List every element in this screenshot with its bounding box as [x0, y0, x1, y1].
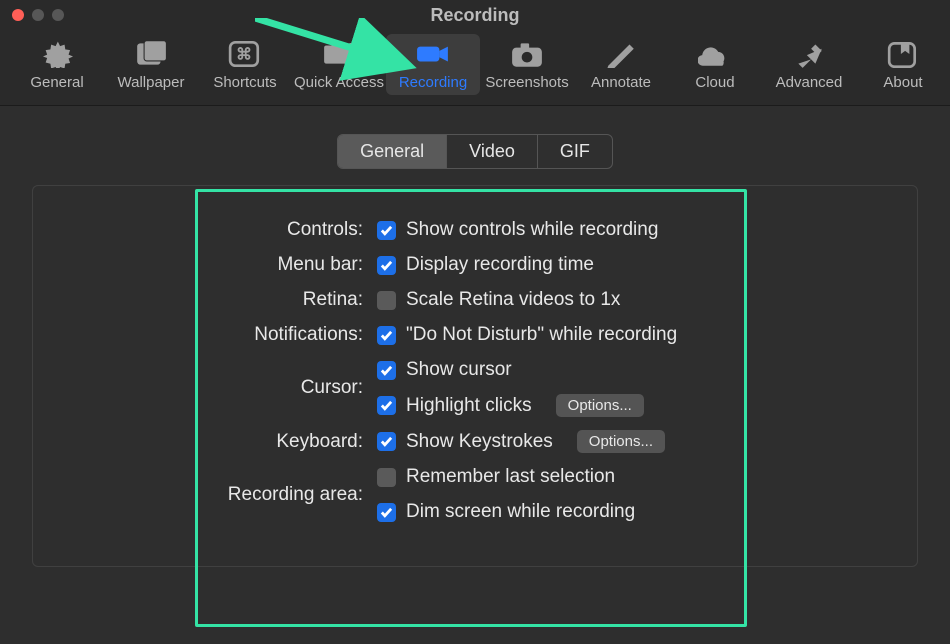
checkbox-option: Remember last selection [377, 466, 635, 488]
checkbox-option: Display recording time [377, 254, 594, 276]
options-button[interactable]: Options... [577, 430, 665, 453]
toolbar-tab-label: Screenshots [485, 74, 568, 91]
setting-label: Keyboard: [33, 431, 377, 453]
checkbox[interactable] [377, 291, 396, 310]
checkbox-option: Highlight clicks Options... [377, 394, 644, 417]
checkbox-option: "Do Not Disturb" while recording [377, 324, 677, 346]
setting-label: Retina: [33, 289, 377, 311]
setting-options: "Do Not Disturb" while recording [377, 324, 677, 346]
toolbar-tab-advanced[interactable]: Advanced [762, 34, 856, 95]
recording-icon [416, 40, 450, 68]
toolbar-tab-quick-access[interactable]: Quick Access [292, 34, 386, 95]
checkbox-option: Scale Retina videos to 1x [377, 289, 620, 311]
toolbar-tab-label: About [883, 74, 922, 91]
checkbox-option: Show Keystrokes Options... [377, 430, 665, 453]
setting-options: Scale Retina videos to 1x [377, 289, 620, 311]
checkbox-label: Show cursor [406, 359, 512, 381]
toolbar-tab-annotate[interactable]: Annotate [574, 34, 668, 95]
toolbar-tab-wallpaper[interactable]: Wallpaper [104, 34, 198, 95]
toolbar-tab-label: Quick Access [294, 74, 384, 91]
checkbox[interactable] [377, 326, 396, 345]
setting-row: Controls: Show controls while recording [33, 219, 877, 241]
recording-subtabs: GeneralVideoGIF [337, 134, 613, 169]
checkbox-label: Dim screen while recording [406, 501, 635, 523]
window-title: Recording [0, 5, 950, 26]
toolbar-tab-label: General [30, 74, 83, 91]
preferences-toolbar: General Wallpaper ⌘ Shortcuts Quick Acces… [0, 30, 950, 106]
checkbox[interactable] [377, 468, 396, 487]
setting-label: Controls: [33, 219, 377, 241]
annotate-icon [604, 40, 638, 68]
checkbox-label: "Do Not Disturb" while recording [406, 324, 677, 346]
toolbar-tab-label: Cloud [695, 74, 734, 91]
checkbox-option: Dim screen while recording [377, 501, 635, 523]
options-button[interactable]: Options... [556, 394, 644, 417]
setting-row: Retina: Scale Retina videos to 1x [33, 289, 877, 311]
toolbar-tab-shortcuts[interactable]: ⌘ Shortcuts [198, 34, 292, 95]
checkbox[interactable] [377, 503, 396, 522]
setting-options: Remember last selection Dim screen while … [377, 466, 635, 523]
checkbox-label: Remember last selection [406, 466, 615, 488]
toolbar-tab-general[interactable]: General [10, 34, 104, 95]
settings-panel: Controls: Show controls while recording Me… [32, 185, 918, 567]
checkbox-label: Highlight clicks [406, 395, 532, 417]
setting-label: Recording area: [33, 484, 377, 506]
svg-text:⌘: ⌘ [236, 46, 252, 63]
checkbox-label: Display recording time [406, 254, 594, 276]
setting-row: Keyboard: Show Keystrokes Options... [33, 430, 877, 453]
setting-label: Menu bar: [33, 254, 377, 276]
checkbox-option: Show cursor [377, 359, 644, 381]
checkbox[interactable] [377, 221, 396, 240]
checkbox[interactable] [377, 361, 396, 380]
setting-row: Menu bar: Display recording time [33, 254, 877, 276]
checkbox[interactable] [377, 396, 396, 415]
cloud-icon [698, 40, 732, 68]
setting-options: Show Keystrokes Options... [377, 430, 665, 453]
setting-label: Cursor: [33, 377, 377, 399]
subtab-general[interactable]: General [338, 135, 446, 168]
checkbox-label: Show controls while recording [406, 219, 658, 241]
setting-row: Cursor: Show cursor Highlight clicks Option… [33, 359, 877, 417]
toolbar-tab-about[interactable]: About [856, 34, 950, 95]
setting-row: Notifications: "Do Not Disturb" while rec… [33, 324, 877, 346]
toolbar-tab-label: Shortcuts [213, 74, 276, 91]
quick-access-icon [322, 40, 356, 68]
toolbar-tab-screenshots[interactable]: Screenshots [480, 34, 574, 95]
checkbox-label: Show Keystrokes [406, 431, 553, 453]
shortcuts-icon: ⌘ [228, 40, 262, 68]
setting-options: Show controls while recording [377, 219, 658, 241]
setting-options: Show cursor Highlight clicks Options... [377, 359, 644, 417]
toolbar-tab-recording[interactable]: Recording [386, 34, 480, 95]
about-icon [886, 40, 920, 68]
subtab-video[interactable]: Video [446, 135, 537, 168]
checkbox-option: Show controls while recording [377, 219, 658, 241]
toolbar-tab-label: Advanced [776, 74, 843, 91]
toolbar-tab-label: Annotate [591, 74, 651, 91]
screenshots-icon [510, 40, 544, 68]
wallpaper-icon [134, 40, 168, 68]
general-icon [40, 40, 74, 68]
checkbox[interactable] [377, 256, 396, 275]
checkbox-label: Scale Retina videos to 1x [406, 289, 620, 311]
toolbar-tab-cloud[interactable]: Cloud [668, 34, 762, 95]
subtab-gif[interactable]: GIF [537, 135, 612, 168]
titlebar: Recording [0, 0, 950, 30]
toolbar-tab-label: Recording [399, 74, 467, 91]
advanced-icon [792, 40, 826, 68]
setting-label: Notifications: [33, 324, 377, 346]
setting-row: Recording area: Remember last selection Di… [33, 466, 877, 523]
checkbox[interactable] [377, 432, 396, 451]
toolbar-tab-label: Wallpaper [118, 74, 185, 91]
setting-options: Display recording time [377, 254, 594, 276]
